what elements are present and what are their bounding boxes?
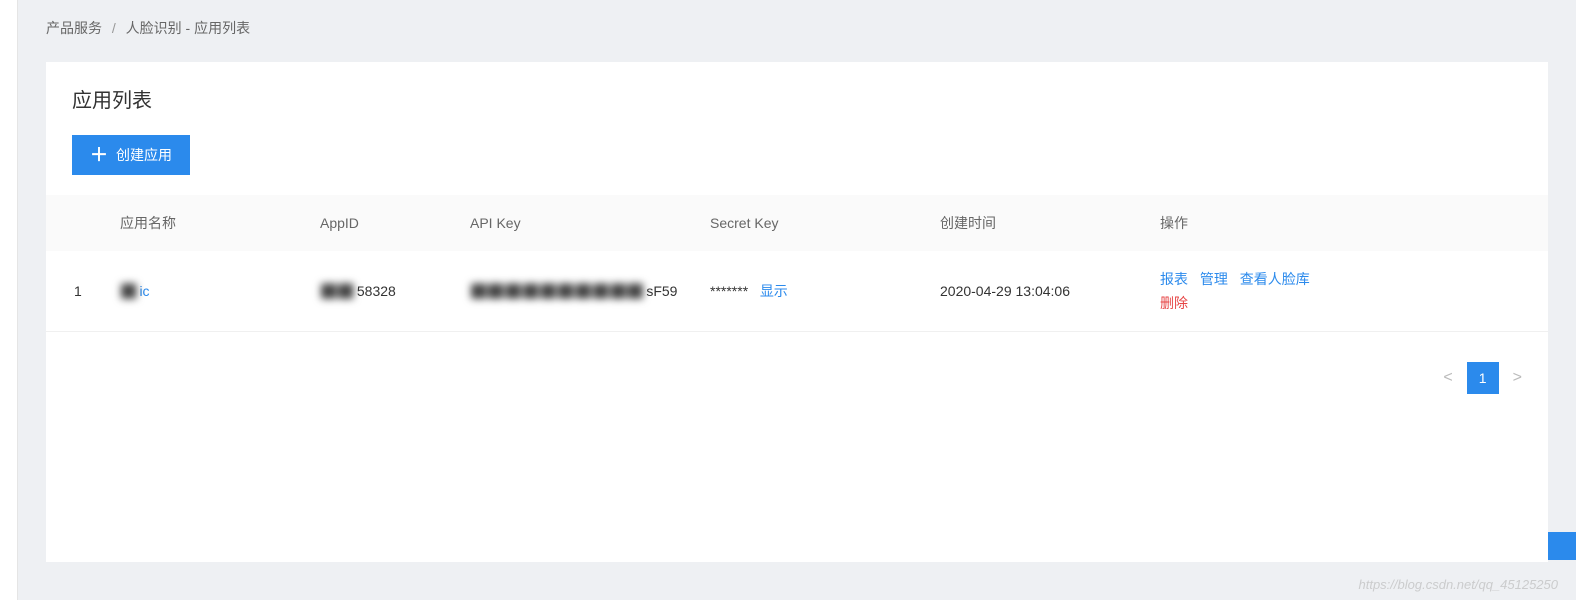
table-row: 1 ⬛ic ⬛⬛58328 ⬛⬛⬛⬛⬛⬛⬛⬛⬛⬛sF59 ******* bbox=[46, 251, 1548, 332]
op-view-facelib[interactable]: 查看人脸库 bbox=[1240, 271, 1310, 287]
page-current[interactable]: 1 bbox=[1467, 362, 1499, 394]
app-table: 应用名称 AppID API Key Secret Key 创建时间 操作 1 … bbox=[46, 195, 1548, 332]
op-delete[interactable]: 删除 bbox=[1160, 295, 1188, 311]
th-created: 创建时间 bbox=[926, 195, 1146, 251]
create-app-button[interactable]: ＋ 创建应用 bbox=[72, 135, 190, 175]
th-appid: AppID bbox=[306, 195, 456, 251]
main-content: 产品服务 / 人脸识别 - 应用列表 应用列表 ＋ 创建应用 应用名称 AppI… bbox=[18, 0, 1576, 590]
plus-icon: ＋ bbox=[90, 146, 108, 164]
create-app-label: 创建应用 bbox=[116, 145, 172, 165]
toolbar: ＋ 创建应用 bbox=[46, 135, 1548, 195]
th-secret: Secret Key bbox=[696, 195, 926, 251]
th-ops: 操作 bbox=[1146, 195, 1548, 251]
th-apikey: API Key bbox=[456, 195, 696, 251]
cell-ops: 报表 管理 查看人脸库 删除 bbox=[1146, 251, 1548, 332]
page-title: 应用列表 bbox=[46, 62, 1548, 135]
feedback-badge[interactable] bbox=[1548, 532, 1576, 560]
cell-appid: ⬛⬛58328 bbox=[306, 251, 456, 332]
show-secret-link[interactable]: 显示 bbox=[760, 283, 788, 299]
row-index: 1 bbox=[46, 251, 106, 332]
page-next[interactable]: > bbox=[1513, 369, 1522, 387]
breadcrumb-root[interactable]: 产品服务 bbox=[46, 20, 102, 36]
secret-mask: ******* bbox=[710, 283, 748, 299]
breadcrumb-sep: / bbox=[112, 20, 116, 36]
cell-secret: ******* 显示 bbox=[696, 251, 926, 332]
op-manage[interactable]: 管理 bbox=[1200, 271, 1228, 287]
table-header-row: 应用名称 AppID API Key Secret Key 创建时间 操作 bbox=[46, 195, 1548, 251]
pagination: < 1 > bbox=[46, 332, 1548, 424]
page-prev[interactable]: < bbox=[1443, 369, 1452, 387]
cell-apikey: ⬛⬛⬛⬛⬛⬛⬛⬛⬛⬛sF59 bbox=[456, 251, 696, 332]
app-name-link[interactable]: ⬛ic bbox=[120, 283, 150, 299]
sidebar-stub bbox=[0, 0, 18, 600]
breadcrumb: 产品服务 / 人脸识别 - 应用列表 bbox=[46, 0, 1548, 62]
breadcrumb-current: 人脸识别 - 应用列表 bbox=[126, 20, 250, 36]
op-report[interactable]: 报表 bbox=[1160, 271, 1188, 287]
cell-created: 2020-04-29 13:04:06 bbox=[926, 251, 1146, 332]
th-name: 应用名称 bbox=[106, 195, 306, 251]
panel: 应用列表 ＋ 创建应用 应用名称 AppID API Key Secret Ke… bbox=[46, 62, 1548, 562]
